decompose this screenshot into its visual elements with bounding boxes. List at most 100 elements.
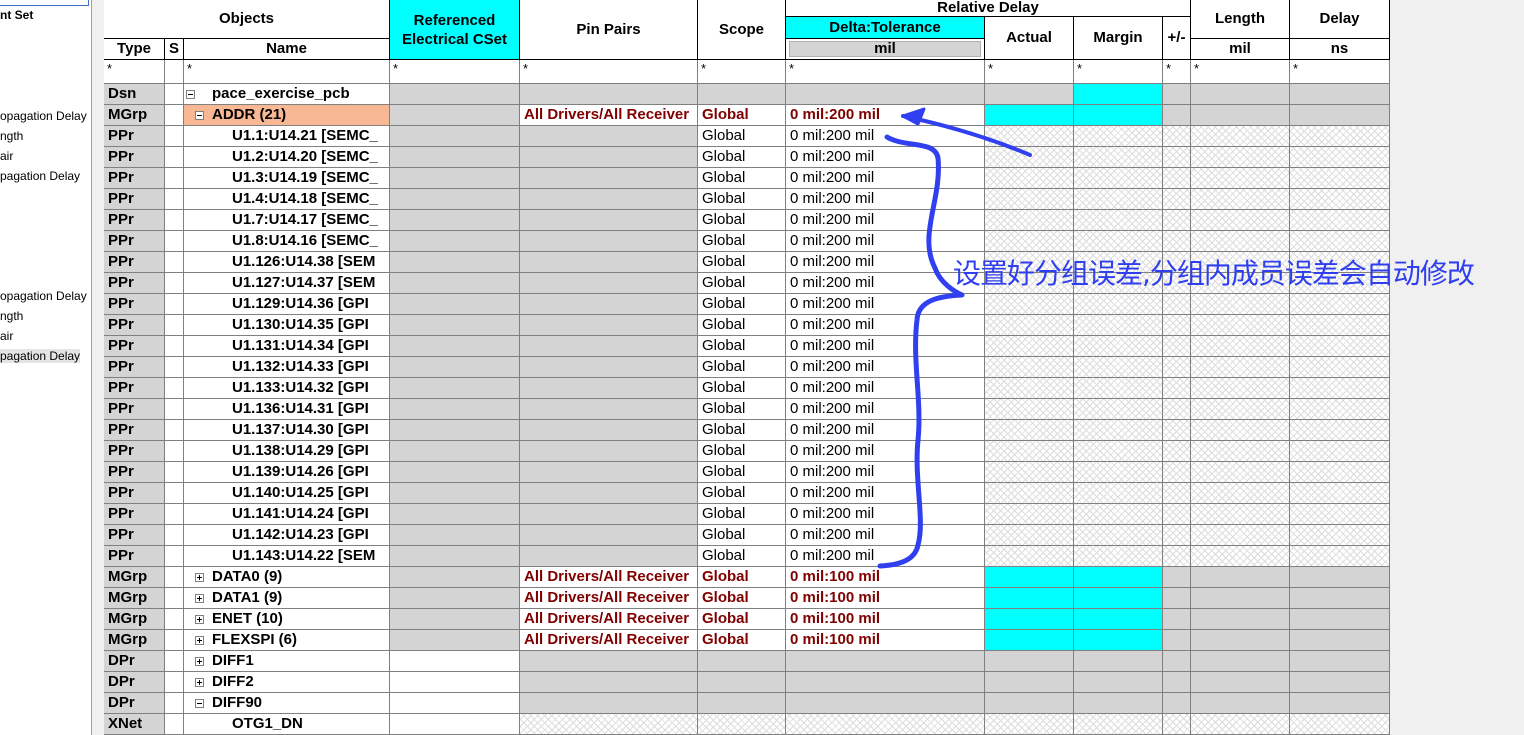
- row-delta[interactable]: 0 mil:200 mil: [786, 378, 985, 399]
- sidebar-item[interactable]: opagation Delay: [0, 109, 87, 123]
- row-name[interactable]: ADDR (21): [184, 105, 390, 126]
- row-name[interactable]: U1.137:U14.30 [GPI: [184, 420, 390, 441]
- row-ref-cset[interactable]: [390, 693, 520, 714]
- row-delta[interactable]: 0 mil:200 mil: [786, 399, 985, 420]
- row-pin-pairs[interactable]: All Drivers/All Receiver: [520, 609, 698, 630]
- row-pin-pairs[interactable]: All Drivers/All Receiver: [520, 630, 698, 651]
- row-delta[interactable]: 0 mil:200 mil: [786, 462, 985, 483]
- row-name[interactable]: U1.141:U14.24 [GPI: [184, 504, 390, 525]
- header-scope[interactable]: Scope: [698, 0, 786, 60]
- row-name[interactable]: U1.1:U14.21 [SEMC_: [184, 126, 390, 147]
- header-margin[interactable]: Margin: [1074, 17, 1163, 60]
- row-ref-cset[interactable]: [390, 483, 520, 504]
- header-pin-pairs[interactable]: Pin Pairs: [520, 0, 698, 60]
- expand-icon[interactable]: [195, 593, 204, 603]
- filter-input[interactable]: *: [1163, 60, 1191, 84]
- row-ref-cset[interactable]: [390, 378, 520, 399]
- expand-icon[interactable]: [195, 656, 204, 666]
- header-referenced-cset[interactable]: Referenced Electrical CSet: [390, 0, 520, 60]
- row-delta[interactable]: 0 mil:200 mil: [786, 168, 985, 189]
- row-name[interactable]: U1.139:U14.26 [GPI: [184, 462, 390, 483]
- row-name[interactable]: pace_exercise_pcb: [184, 84, 390, 105]
- row-ref-cset[interactable]: [390, 210, 520, 231]
- row-delta[interactable]: 0 mil:200 mil: [786, 126, 985, 147]
- expand-icon[interactable]: [195, 677, 204, 687]
- expand-icon[interactable]: [195, 635, 204, 645]
- row-ref-cset[interactable]: [390, 567, 520, 588]
- row-name[interactable]: DIFF2: [184, 672, 390, 693]
- row-ref-cset[interactable]: [390, 294, 520, 315]
- sidebar-item[interactable]: air: [0, 149, 13, 163]
- row-ref-cset[interactable]: [390, 420, 520, 441]
- expand-icon[interactable]: [195, 614, 204, 624]
- row-delta[interactable]: 0 mil:200 mil: [786, 525, 985, 546]
- row-name[interactable]: DATA1 (9): [184, 588, 390, 609]
- row-name[interactable]: U1.131:U14.34 [GPI: [184, 336, 390, 357]
- collapse-icon[interactable]: [195, 110, 204, 120]
- row-name[interactable]: U1.129:U14.36 [GPI: [184, 294, 390, 315]
- row-ref-cset[interactable]: [390, 273, 520, 294]
- row-name[interactable]: U1.142:U14.23 [GPI: [184, 525, 390, 546]
- row-delta[interactable]: 0 mil:200 mil: [786, 504, 985, 525]
- row-name[interactable]: U1.140:U14.25 [GPI: [184, 483, 390, 504]
- row-delta[interactable]: 0 mil:100 mil: [786, 588, 985, 609]
- filter-input[interactable]: *: [104, 60, 165, 84]
- row-delta[interactable]: 0 mil:200 mil: [786, 441, 985, 462]
- row-ref-cset[interactable]: [390, 399, 520, 420]
- filter-input[interactable]: *: [1290, 60, 1390, 84]
- row-ref-cset[interactable]: [390, 357, 520, 378]
- row-ref-cset[interactable]: [390, 672, 520, 693]
- header-delta-tolerance[interactable]: Delta:Tolerance: [786, 17, 985, 39]
- row-delta[interactable]: 0 mil:200 mil: [786, 546, 985, 567]
- row-name[interactable]: U1.136:U14.31 [GPI: [184, 399, 390, 420]
- row-delta[interactable]: 0 mil:200 mil: [786, 420, 985, 441]
- filter-input[interactable]: *: [985, 60, 1074, 84]
- row-delta[interactable]: 0 mil:100 mil: [786, 609, 985, 630]
- row-pin-pairs[interactable]: All Drivers/All Receiver: [520, 105, 698, 126]
- expand-icon[interactable]: [195, 572, 204, 582]
- filter-input[interactable]: *: [390, 60, 520, 84]
- row-name[interactable]: U1.143:U14.22 [SEM: [184, 546, 390, 567]
- row-name[interactable]: DIFF1: [184, 651, 390, 672]
- header-name[interactable]: Name: [184, 39, 390, 60]
- row-name[interactable]: DIFF90: [184, 693, 390, 714]
- row-delta[interactable]: 0 mil:200 mil: [786, 336, 985, 357]
- row-ref-cset[interactable]: [390, 252, 520, 273]
- row-name[interactable]: OTG1_DN: [184, 714, 390, 735]
- filter-input[interactable]: *: [184, 60, 390, 84]
- filter-input[interactable]: *: [786, 60, 985, 84]
- row-delta[interactable]: 0 mil:200 mil: [786, 189, 985, 210]
- collapse-icon[interactable]: [186, 89, 195, 99]
- filter-input[interactable]: *: [1074, 60, 1163, 84]
- row-ref-cset[interactable]: [390, 504, 520, 525]
- row-ref-cset[interactable]: [390, 231, 520, 252]
- row-ref-cset[interactable]: [390, 189, 520, 210]
- row-ref-cset[interactable]: [390, 651, 520, 672]
- row-delta[interactable]: 0 mil:200 mil: [786, 483, 985, 504]
- row-name[interactable]: U1.8:U14.16 [SEMC_: [184, 231, 390, 252]
- row-ref-cset[interactable]: [390, 168, 520, 189]
- sidebar-item[interactable]: nt Set: [0, 8, 33, 22]
- row-name[interactable]: U1.138:U14.29 [GPI: [184, 441, 390, 462]
- row-ref-cset[interactable]: [390, 126, 520, 147]
- filter-input[interactable]: *: [1191, 60, 1290, 84]
- row-ref-cset[interactable]: [390, 105, 520, 126]
- header-length[interactable]: Length: [1191, 0, 1290, 39]
- sidebar-item[interactable]: pagation Delay: [0, 349, 81, 363]
- row-ref-cset[interactable]: [390, 336, 520, 357]
- row-ref-cset[interactable]: [390, 147, 520, 168]
- sidebar-item[interactable]: pagation Delay: [0, 169, 80, 183]
- row-name[interactable]: U1.2:U14.20 [SEMC_: [184, 147, 390, 168]
- row-name[interactable]: U1.132:U14.33 [GPI: [184, 357, 390, 378]
- row-ref-cset[interactable]: [390, 714, 520, 735]
- filter-input[interactable]: *: [698, 60, 786, 84]
- header-delay[interactable]: Delay: [1290, 0, 1390, 39]
- row-ref-cset[interactable]: [390, 609, 520, 630]
- row-ref-cset[interactable]: [390, 588, 520, 609]
- row-delta[interactable]: 0 mil:200 mil: [786, 147, 985, 168]
- row-delta[interactable]: 0 mil:200 mil: [786, 105, 985, 126]
- collapse-icon[interactable]: [195, 698, 204, 708]
- row-delta[interactable]: 0 mil:200 mil: [786, 210, 985, 231]
- sidebar-item[interactable]: ngth: [0, 129, 23, 143]
- row-name[interactable]: FLEXSPI (6): [184, 630, 390, 651]
